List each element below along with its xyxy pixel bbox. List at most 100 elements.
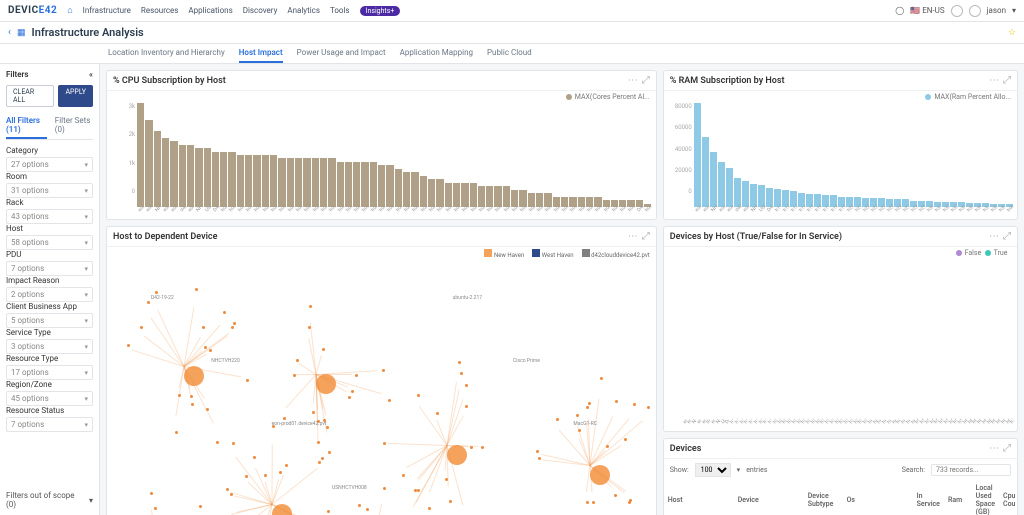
bar[interactable]	[337, 162, 344, 207]
nav-discovery[interactable]: Discovery	[243, 6, 278, 15]
graph-node[interactable]	[127, 344, 130, 347]
bar[interactable]	[220, 152, 227, 207]
graph-node[interactable]	[296, 359, 299, 362]
bar[interactable]	[436, 179, 443, 207]
filter-select-5[interactable]: 2 options▾	[6, 287, 93, 302]
nav-analytics[interactable]: Analytics	[287, 6, 320, 15]
graph-node[interactable]	[147, 301, 150, 304]
graph-node[interactable]	[326, 426, 329, 429]
graph-node[interactable]	[355, 374, 358, 377]
tab-2[interactable]: Power Usage and Impact	[297, 44, 386, 63]
bar[interactable]	[726, 168, 733, 207]
bar[interactable]	[270, 155, 277, 207]
column-header[interactable]: In Service	[913, 481, 944, 515]
graph-node[interactable]	[436, 412, 439, 415]
column-header[interactable]: Ram	[944, 481, 972, 515]
bar[interactable]	[328, 158, 335, 207]
notification-icon[interactable]: ◯	[895, 6, 904, 15]
bar[interactable]	[345, 162, 352, 207]
graph-node[interactable]	[348, 396, 351, 399]
search-input[interactable]	[931, 464, 1011, 476]
column-header[interactable]: Os	[843, 481, 913, 515]
graph-node[interactable]	[465, 384, 468, 387]
card-menu-icon[interactable]: ⋯	[989, 75, 999, 86]
graph-node[interactable]	[328, 451, 331, 454]
brand-logo[interactable]: DEVICE42	[8, 5, 57, 16]
chevron-down-icon[interactable]: ▾	[1012, 6, 1016, 15]
graph-node[interactable]	[628, 501, 631, 504]
bar[interactable]	[750, 184, 757, 207]
graph-node[interactable]	[538, 457, 541, 460]
graph-node[interactable]	[199, 505, 202, 508]
graph-node[interactable]	[321, 457, 324, 460]
bar[interactable]	[228, 152, 235, 207]
graph-node[interactable]	[449, 500, 452, 503]
graph-node[interactable]	[586, 406, 589, 409]
graph-node[interactable]	[312, 411, 315, 414]
user-name[interactable]: jason	[987, 6, 1006, 15]
graph-node[interactable]	[615, 400, 618, 403]
card-menu-icon[interactable]: ⋯	[989, 231, 999, 242]
graph-node[interactable]	[383, 442, 386, 445]
bar[interactable]	[758, 185, 765, 207]
favorite-icon[interactable]: ☆	[1008, 28, 1016, 38]
bar[interactable]	[353, 162, 360, 207]
nav-applications[interactable]: Applications	[188, 6, 232, 15]
graph-node[interactable]	[309, 305, 312, 308]
filter-select-2[interactable]: 43 options▾	[6, 209, 93, 224]
graph-node[interactable]	[382, 369, 385, 372]
bar[interactable]	[386, 165, 393, 207]
bar[interactable]	[420, 176, 427, 207]
bar[interactable]	[403, 172, 410, 207]
graph-node[interactable]	[576, 414, 579, 417]
apply-button[interactable]: APPLY	[58, 85, 93, 107]
graph-node[interactable]	[253, 456, 256, 459]
clear-all-button[interactable]: CLEAR ALL	[6, 85, 54, 107]
network-graph[interactable]: New Haven West Haven d42clouddevice42.pv…	[107, 247, 656, 515]
filter-select-10[interactable]: 7 options▾	[6, 417, 93, 432]
filters-out-of-scope[interactable]: Filters out of scope (0)▾	[6, 491, 93, 509]
bar[interactable]	[154, 131, 161, 207]
card-expand-icon[interactable]: ⤢	[642, 75, 650, 86]
bar[interactable]	[187, 145, 194, 207]
graph-node[interactable]	[481, 446, 484, 449]
bar[interactable]	[312, 158, 319, 207]
graph-node[interactable]	[230, 493, 233, 496]
back-arrow-icon[interactable]: ‹	[8, 27, 11, 38]
bar[interactable]	[287, 158, 294, 207]
ram-bar-chart[interactable]: 800006000040000200000	[664, 103, 1017, 209]
graph-node[interactable]	[445, 478, 448, 481]
card-menu-icon[interactable]: ⋯	[628, 75, 638, 86]
bar[interactable]	[262, 155, 269, 207]
graph-node[interactable]	[216, 441, 219, 444]
graph-node[interactable]	[383, 487, 386, 490]
bar[interactable]	[237, 155, 244, 207]
graph-node[interactable]	[140, 326, 143, 329]
filter-select-0[interactable]: 27 options▾	[6, 157, 93, 172]
bar[interactable]	[145, 120, 152, 207]
bar[interactable]	[179, 145, 186, 207]
bar[interactable]	[694, 103, 701, 207]
bar[interactable]	[710, 152, 717, 207]
cpu-bar-chart[interactable]: 3k2k1k0	[107, 103, 656, 209]
graph-node[interactable]	[428, 507, 431, 510]
graph-node[interactable]	[366, 508, 369, 511]
bar[interactable]	[170, 141, 177, 207]
bar[interactable]	[245, 155, 252, 207]
graph-node[interactable]	[600, 377, 603, 380]
bar[interactable]	[162, 138, 169, 207]
card-menu-icon[interactable]: ⋯	[989, 443, 999, 454]
graph-node[interactable]	[246, 379, 249, 382]
bar[interactable]	[137, 103, 144, 207]
bar[interactable]	[370, 162, 377, 207]
graph-node[interactable]	[195, 288, 198, 291]
graph-node[interactable]	[204, 346, 207, 349]
card-expand-icon[interactable]: ⤢	[1003, 75, 1011, 86]
graph-node[interactable]	[175, 431, 178, 434]
graph-node[interactable]	[245, 475, 248, 478]
filter-select-6[interactable]: 5 options▾	[6, 313, 93, 328]
graph-node[interactable]	[154, 507, 157, 510]
graph-node[interactable]	[318, 461, 321, 464]
graph-node[interactable]	[233, 322, 236, 325]
graph-node[interactable]	[624, 438, 627, 441]
